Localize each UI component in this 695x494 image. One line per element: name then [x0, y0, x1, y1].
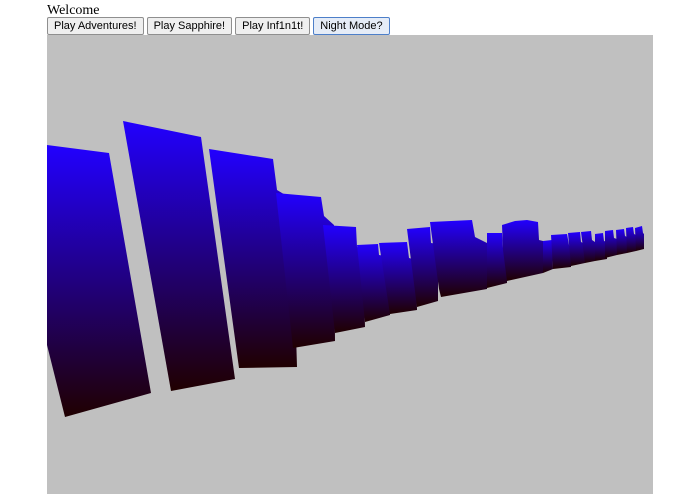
night-mode-button[interactable]: Night Mode?: [313, 17, 390, 35]
play-sapphire-button[interactable]: Play Sapphire!: [146, 17, 233, 35]
bar-block: [551, 234, 571, 269]
bar-block: [605, 230, 617, 258]
play-adventures-button[interactable]: Play Adventures!: [47, 17, 144, 35]
bar-block: [626, 227, 636, 253]
bar-block: [616, 229, 627, 255]
bar-block: [502, 220, 543, 281]
game-canvas[interactable]: [47, 35, 653, 494]
game-scene: [47, 121, 644, 417]
game-button-row: Play Adventures! Play Sapphire! Play Inf…: [47, 17, 390, 35]
bar-block: [543, 240, 553, 273]
bar-block: [635, 226, 644, 251]
play-infinit-button[interactable]: Play Inf1n1t!: [235, 17, 311, 35]
bar-block: [430, 220, 487, 297]
